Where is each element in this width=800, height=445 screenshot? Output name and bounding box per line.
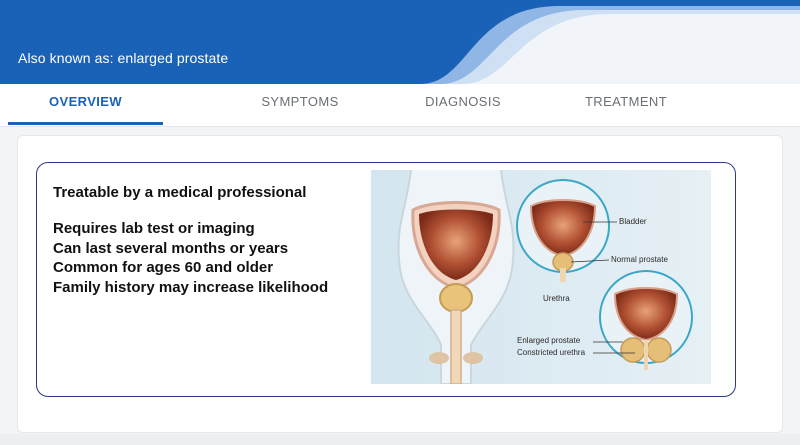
tab-treatment[interactable]: TREATMENT [551, 84, 701, 124]
tab-bar: OVERVIEW SYMPTOMS DIAGNOSIS TREATMENT [0, 84, 800, 127]
fact-list: Requires lab test or imaging Can last se… [53, 219, 328, 297]
fact-item: Requires lab test or imaging [53, 220, 255, 237]
label-constricted-urethra: Constricted urethra [517, 348, 586, 357]
label-normal-prostate: Normal prostate [611, 255, 668, 264]
next-card-edge [0, 434, 800, 445]
label-bladder: Bladder [619, 217, 647, 226]
tab-diagnosis[interactable]: DIAGNOSIS [388, 84, 538, 124]
header-wave-decoration [420, 6, 800, 84]
fact-item: Can last several months or years [53, 239, 289, 257]
label-urethra: Urethra [543, 294, 570, 303]
prostate-diagram-image: Bladder Normal prostate Urethra Enlarged… [371, 170, 711, 384]
active-tab-indicator [8, 122, 163, 125]
fact-item: Common for ages 60 and older [53, 259, 274, 276]
condition-header: Also known as: enlarged prostate [0, 0, 800, 84]
tab-symptoms[interactable]: SYMPTOMS [225, 84, 375, 124]
tab-overview[interactable]: OVERVIEW [8, 84, 163, 124]
fact-item: Family history may increase likelihood [53, 278, 329, 296]
also-known-as-text: Also known as: enlarged prostate [18, 50, 229, 66]
treatable-headline: Treatable by a medical professional [53, 184, 307, 201]
overview-facts: Treatable by a medical professional Requ… [53, 184, 328, 297]
label-enlarged-prostate: Enlarged prostate [517, 336, 581, 345]
